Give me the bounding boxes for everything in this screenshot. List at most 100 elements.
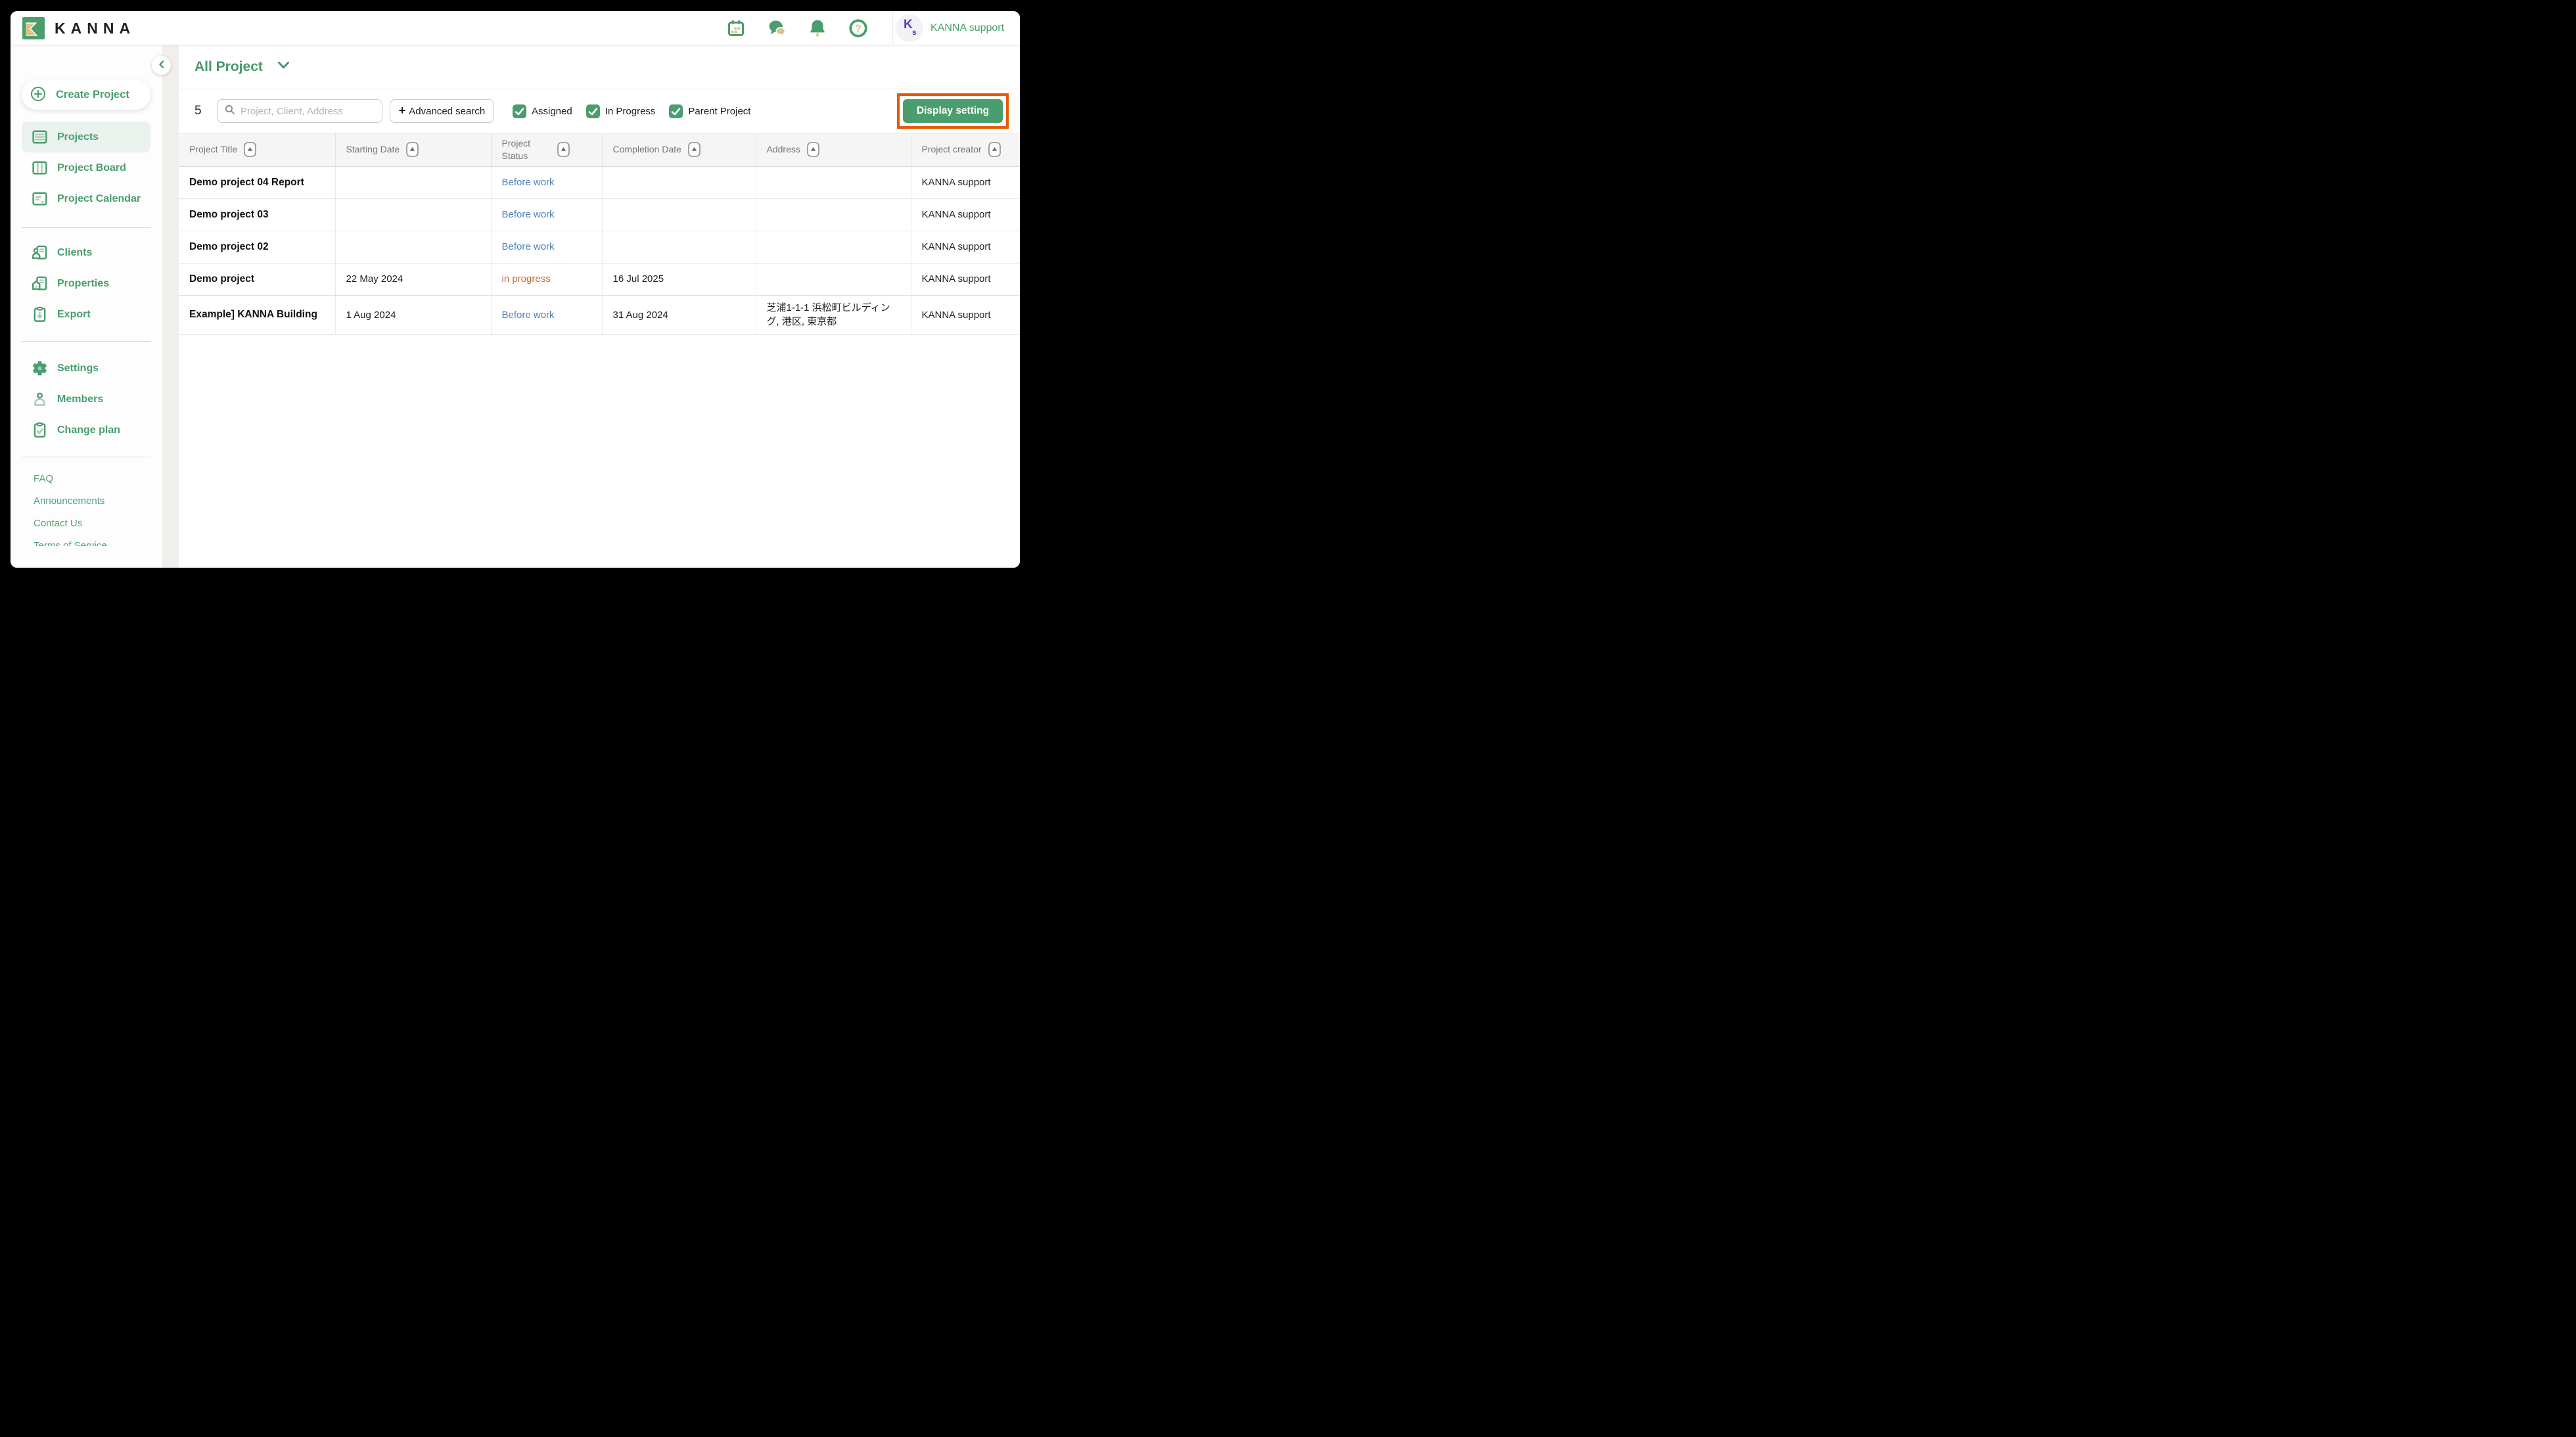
export-icon xyxy=(31,306,49,323)
project-status-cell: Before work xyxy=(491,295,602,335)
project-status-cell: Before work xyxy=(491,231,602,263)
change-plan-icon xyxy=(31,421,49,439)
topbar-divider xyxy=(892,11,893,45)
sidebar-item-members[interactable]: Members xyxy=(22,384,150,415)
sidebar-divider xyxy=(22,341,150,342)
column-header-address: Address xyxy=(756,133,911,166)
project-status-link[interactable]: Before work xyxy=(502,177,555,188)
sort-button[interactable] xyxy=(406,142,419,157)
footer-link-announcements[interactable]: Announcements xyxy=(34,490,152,513)
plus-circle-icon xyxy=(30,86,48,104)
sidebar-nav-group-3: SettingsMembersChange plan xyxy=(22,353,150,445)
calendar-icon[interactable] xyxy=(726,18,746,38)
kanna-logo[interactable]: KANNA xyxy=(22,17,135,39)
project-status-link[interactable]: in progress xyxy=(502,273,551,285)
starting-date-cell xyxy=(335,198,491,231)
footer-link-faq[interactable]: FAQ xyxy=(34,468,152,490)
chevron-left-icon xyxy=(158,60,166,70)
help-icon[interactable]: ? xyxy=(848,18,868,38)
sidebar-item-projects[interactable]: Projects xyxy=(22,122,150,152)
column-header-starting-date: Starting Date xyxy=(335,133,491,166)
column-header-completion-date: Completion Date xyxy=(602,133,756,166)
projects-icon xyxy=(31,128,49,146)
advanced-search-button[interactable]: + Advanced search xyxy=(390,99,494,123)
table-row[interactable]: Demo project 04 ReportBefore workKANNA s… xyxy=(179,166,1020,198)
project-status-cell: in progress xyxy=(491,263,602,295)
app-window: KANNA ? K s KANNA support Create Project… xyxy=(11,11,1020,568)
table-row[interactable]: Example] KANNA Building1 Aug 2024Before … xyxy=(179,295,1020,335)
sort-button[interactable] xyxy=(807,142,819,157)
sidebar-item-change-plan[interactable]: Change plan xyxy=(22,415,150,445)
sidebar-divider xyxy=(22,227,150,228)
project-title-cell: Demo project 04 Report xyxy=(179,166,335,198)
table-row[interactable]: Demo project 03Before workKANNA support xyxy=(179,198,1020,231)
checkbox-checked-icon[interactable] xyxy=(586,104,600,118)
filter-label: Assigned xyxy=(532,106,572,117)
main-panel: All Project 5 + Advanced search Assigned… xyxy=(179,45,1020,568)
sidebar-item-label: Export xyxy=(57,309,91,321)
starting-date-cell xyxy=(335,231,491,263)
checkbox-checked-icon[interactable] xyxy=(669,104,683,118)
project-title-cell: Demo project 03 xyxy=(179,198,335,231)
sort-button[interactable] xyxy=(557,142,570,157)
completion-date-cell xyxy=(602,198,756,231)
sort-button[interactable] xyxy=(988,142,1001,157)
sidebar-item-settings[interactable]: Settings xyxy=(22,353,150,384)
sort-button[interactable] xyxy=(688,142,701,157)
sort-button[interactable] xyxy=(244,142,256,157)
project-status-link[interactable]: Before work xyxy=(502,209,555,220)
content-area: Create Project ProjectsProject BoardProj… xyxy=(11,45,1020,568)
filter-in-progress[interactable]: In Progress xyxy=(586,104,656,118)
sidebar-gutter xyxy=(162,45,179,568)
column-header-label: Project Title xyxy=(189,143,237,156)
column-header-label: Project creator xyxy=(922,143,982,156)
footer-link-terms-of-service[interactable]: Terms of Service xyxy=(34,535,152,546)
project-creator-cell: KANNA support xyxy=(911,295,1020,335)
plus-icon: + xyxy=(399,104,406,118)
table-header-row: Project TitleStarting DateProject Status… xyxy=(179,133,1020,166)
project-status-link[interactable]: Before work xyxy=(502,241,555,252)
address-cell xyxy=(756,263,911,295)
project-view-selector[interactable]: All Project xyxy=(195,59,290,75)
completion-date-cell: 31 Aug 2024 xyxy=(602,295,756,335)
sidebar-item-label: Properties xyxy=(57,278,109,290)
starting-date-cell: 22 May 2024 xyxy=(335,263,491,295)
sidebar-item-export[interactable]: Export xyxy=(22,299,150,330)
project-status-link[interactable]: Before work xyxy=(502,309,555,321)
clients-icon xyxy=(31,244,49,262)
settings-icon xyxy=(31,359,49,377)
sidebar-item-clients[interactable]: Clients xyxy=(22,237,150,268)
chat-icon[interactable] xyxy=(767,18,787,38)
properties-icon xyxy=(31,275,49,292)
sidebar-item-project-calendar[interactable]: Project Calendar xyxy=(22,183,150,214)
filter-checkboxes: Assigned In Progress Parent Project xyxy=(513,99,750,123)
column-header-label: Completion Date xyxy=(613,143,681,156)
search-box xyxy=(217,99,382,123)
table-row[interactable]: Demo project 02Before workKANNA support xyxy=(179,231,1020,263)
search-input[interactable] xyxy=(241,106,375,117)
user-name[interactable]: KANNA support xyxy=(931,11,1004,45)
sidebar-collapse-button[interactable] xyxy=(152,56,171,75)
column-header-label: Address xyxy=(767,143,800,156)
notification-bell-icon[interactable] xyxy=(808,18,827,38)
project-creator-cell: KANNA support xyxy=(911,263,1020,295)
sidebar: Create Project ProjectsProject BoardProj… xyxy=(11,45,162,568)
avatar-initial-small: s xyxy=(912,28,917,37)
kanna-logo-mark-icon xyxy=(22,17,45,39)
sidebar-footer-links: FAQAnnouncementsContact UsTerms of Servi… xyxy=(34,468,152,546)
sidebar-item-project-board[interactable]: Project Board xyxy=(22,152,150,183)
filter-assigned[interactable]: Assigned xyxy=(513,104,572,118)
members-icon xyxy=(31,390,49,408)
completion-date-cell xyxy=(602,166,756,198)
display-setting-button[interactable]: Display setting xyxy=(903,99,1003,123)
footer-link-contact-us[interactable]: Contact Us xyxy=(34,513,152,535)
filter-parent-project[interactable]: Parent Project xyxy=(669,104,750,118)
sidebar-item-properties[interactable]: Properties xyxy=(22,268,150,299)
project-status-cell: Before work xyxy=(491,198,602,231)
create-project-button[interactable]: Create Project xyxy=(22,80,150,110)
checkbox-checked-icon[interactable] xyxy=(513,104,526,118)
view-selector-label: All Project xyxy=(195,59,263,75)
project-status-cell: Before work xyxy=(491,166,602,198)
user-avatar[interactable]: K s xyxy=(896,14,923,42)
table-row[interactable]: Demo project22 May 2024in progress16 Jul… xyxy=(179,263,1020,295)
